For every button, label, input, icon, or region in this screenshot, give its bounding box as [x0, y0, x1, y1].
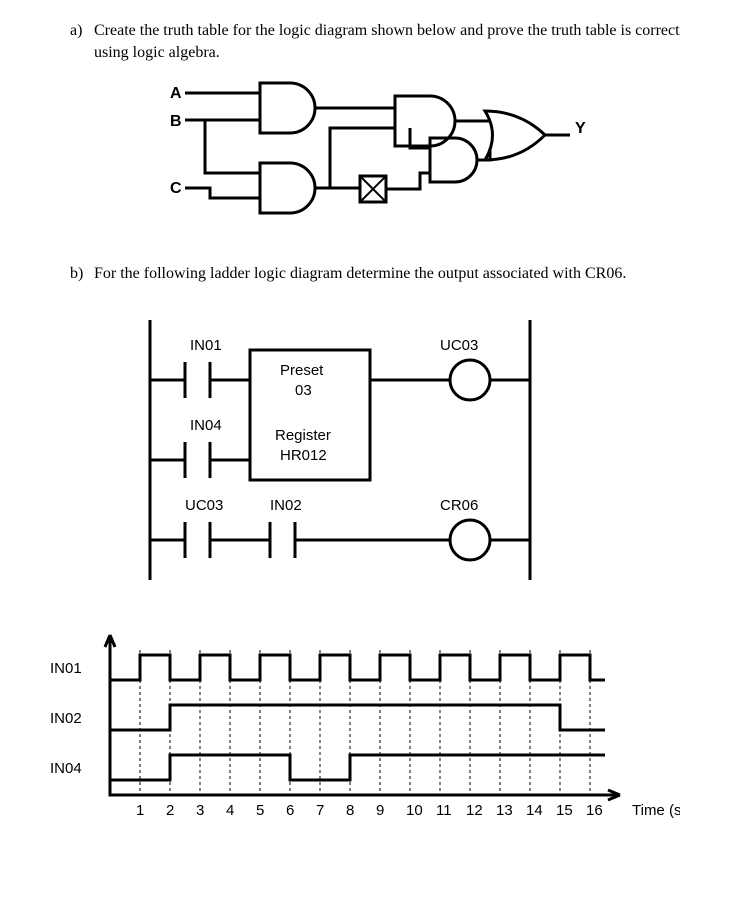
timing-diagram-svg: IN01 IN02 IN04 Time (s) 1234567891011121… [40, 625, 680, 825]
question-b-text: For the following ladder logic diagram d… [94, 263, 712, 285]
question-b: b) For the following ladder logic diagra… [70, 263, 712, 285]
contact-icon [270, 522, 295, 558]
x-tick: 5 [256, 802, 264, 819]
contact-label: UC03 [185, 497, 223, 514]
contact-label: IN02 [270, 497, 302, 514]
and-gate-icon [260, 83, 315, 133]
contact-icon [185, 362, 210, 398]
waveform-IN01 [110, 655, 605, 680]
grid-dashed [140, 650, 590, 795]
contact-label: IN01 [190, 337, 222, 354]
coil-icon [450, 520, 490, 560]
x-tick: 7 [316, 802, 324, 819]
x-tick: 12 [466, 802, 483, 819]
question-a: a) Create the truth table for the logic … [70, 20, 712, 63]
x-tick: 13 [496, 802, 513, 819]
signal-label: IN04 [50, 760, 82, 777]
x-tick: 11 [436, 802, 452, 819]
coil-label: UC03 [440, 337, 478, 354]
or-gate-icon [485, 111, 545, 160]
x-tick: 10 [406, 802, 423, 819]
question-b-label: b) [70, 263, 94, 285]
logic-diagram-svg: A B C [150, 78, 590, 238]
preset-label: Preset [280, 362, 324, 379]
wire [205, 120, 260, 173]
register-label: Register [275, 427, 331, 444]
question-a-text: Create the truth table for the logic dia… [94, 20, 712, 63]
signal-label: IN02 [50, 710, 82, 727]
coil-icon [450, 360, 490, 400]
x-tick: 3 [196, 802, 204, 819]
logic-diagram: A B C [150, 78, 712, 238]
x-tick: 16 [586, 802, 603, 819]
question-a-label: a) [70, 20, 94, 42]
register-value: HR012 [280, 447, 327, 464]
timing-diagram: IN01 IN02 IN04 Time (s) 1234567891011121… [40, 625, 712, 825]
contact-icon [185, 522, 210, 558]
waveform-IN04 [110, 755, 605, 780]
contact-label: IN04 [190, 417, 222, 434]
input-C-label: C [170, 180, 182, 197]
and-gate-icon [260, 163, 315, 213]
input-B-label: B [170, 113, 182, 130]
x-tick: 15 [556, 802, 573, 819]
input-A-label: A [170, 85, 182, 102]
wire [185, 188, 260, 198]
output-Y-label: Y [575, 120, 586, 137]
x-tick-labels: 12345678910111213141516 [136, 802, 603, 819]
signal-label: IN01 [50, 660, 82, 677]
ladder-diagram-svg: IN01 Preset 03 Register HR012 IN04 UC03 … [130, 310, 550, 590]
contact-icon [185, 442, 210, 478]
waveform-IN02 [110, 705, 605, 730]
x-axis-label: Time (s) [632, 802, 680, 819]
x-tick: 8 [346, 802, 354, 819]
x-tick: 6 [286, 802, 294, 819]
wire [386, 173, 430, 189]
x-tick: 9 [376, 802, 384, 819]
not-gate-icon [360, 176, 386, 202]
preset-value: 03 [295, 382, 312, 399]
x-tick: 4 [226, 802, 234, 819]
x-tick: 14 [526, 802, 543, 819]
ladder-diagram: IN01 Preset 03 Register HR012 IN04 UC03 … [130, 310, 712, 590]
axis [110, 635, 620, 795]
x-tick: 1 [136, 802, 144, 819]
x-tick: 2 [166, 802, 174, 819]
coil-label: CR06 [440, 497, 478, 514]
